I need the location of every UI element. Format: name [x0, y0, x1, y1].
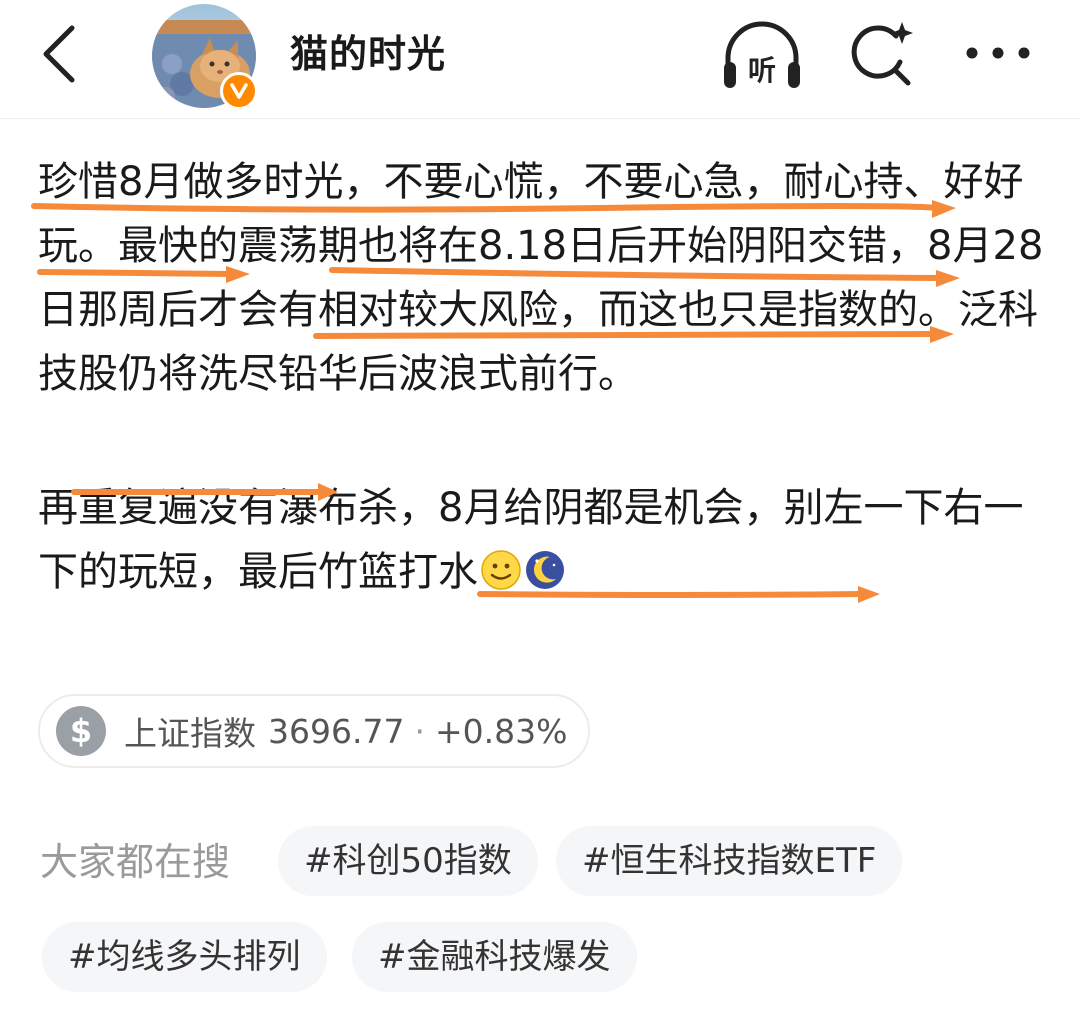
- search-sparkle-icon: [851, 22, 913, 86]
- headphones-icon: 听: [724, 21, 800, 88]
- listen-button[interactable]: 听: [718, 14, 806, 94]
- post-paragraph-2: 再重复遍没有瀑布杀，8月给阴都是机会，别左一下右一下的玩短，最后竹篮打水: [38, 476, 1048, 604]
- dollar-icon: $: [56, 706, 106, 756]
- stock-separator: ·: [414, 711, 425, 751]
- hot-search-tag[interactable]: #科创50指数: [278, 826, 538, 896]
- search-button[interactable]: [844, 14, 920, 94]
- top-bar: 猫的时光 听: [0, 0, 1080, 116]
- stock-quote-chip[interactable]: $ 上证指数 3696.77 · +0.83%: [38, 694, 590, 768]
- more-button[interactable]: [960, 30, 1036, 76]
- stock-name: 上证指数: [124, 714, 256, 753]
- post-paragraph-1: 珍惜8月做多时光，不要心慌，不要心急，耐心持、好好玩。最快的震荡期也将在8.18…: [38, 159, 1044, 397]
- header-divider: [0, 118, 1080, 119]
- verified-badge-icon: [220, 72, 258, 110]
- post-content: 珍惜8月做多时光，不要心慌，不要心急，耐心持、好好玩。最快的震荡期也将在8.18…: [38, 150, 1048, 604]
- stock-change: +0.83%: [434, 711, 568, 751]
- moon-emoji: [526, 551, 564, 589]
- chevron-left-icon: [43, 25, 75, 83]
- listen-label: 听: [748, 54, 776, 87]
- hot-search-label: 大家都在搜: [40, 840, 231, 884]
- back-button[interactable]: [30, 18, 94, 90]
- smile-emoji: [481, 550, 521, 590]
- stock-value: 3696.77: [268, 711, 405, 751]
- page-title[interactable]: 猫的时光: [290, 24, 446, 84]
- hot-search-tag[interactable]: #恒生科技指数ETF: [556, 826, 903, 896]
- more-dots-icon: [966, 47, 1030, 59]
- weibo-post-page: 猫的时光 听 珍惜8月做多时光，不要心慌，不要心急，耐心持、好好玩。最快的震荡期…: [0, 0, 1080, 1018]
- hot-search-tag[interactable]: #金融科技爆发: [352, 922, 637, 992]
- hot-search-tag[interactable]: #均线多头排列: [42, 922, 327, 992]
